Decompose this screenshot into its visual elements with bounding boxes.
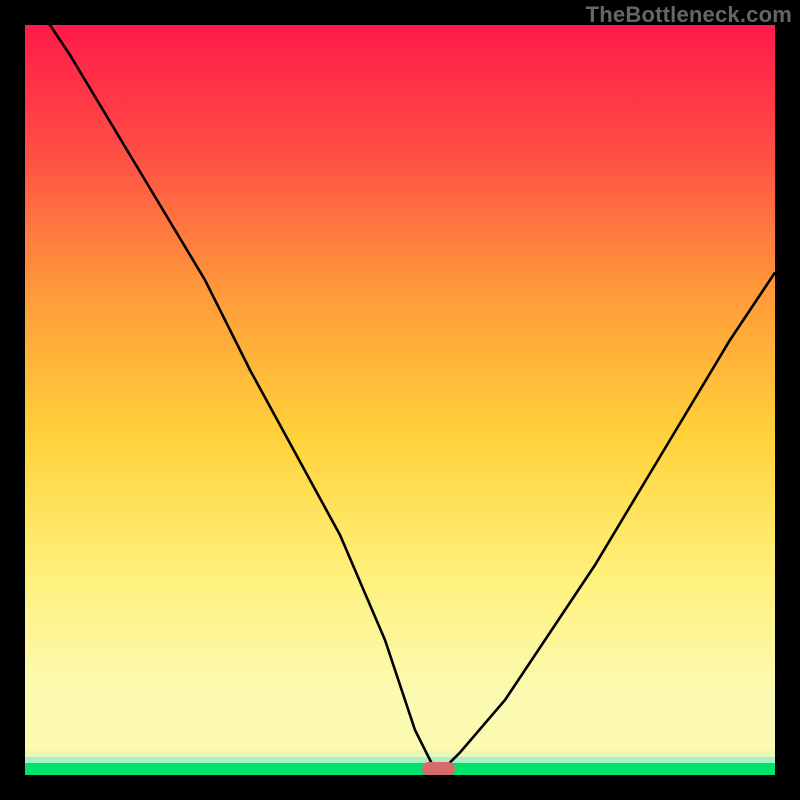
watermark-text: TheBottleneck.com xyxy=(586,2,792,28)
optimal-marker xyxy=(422,762,455,775)
chart-container: TheBottleneck.com xyxy=(0,0,800,800)
plot-area xyxy=(25,25,775,775)
bottleneck-curve xyxy=(25,25,775,775)
